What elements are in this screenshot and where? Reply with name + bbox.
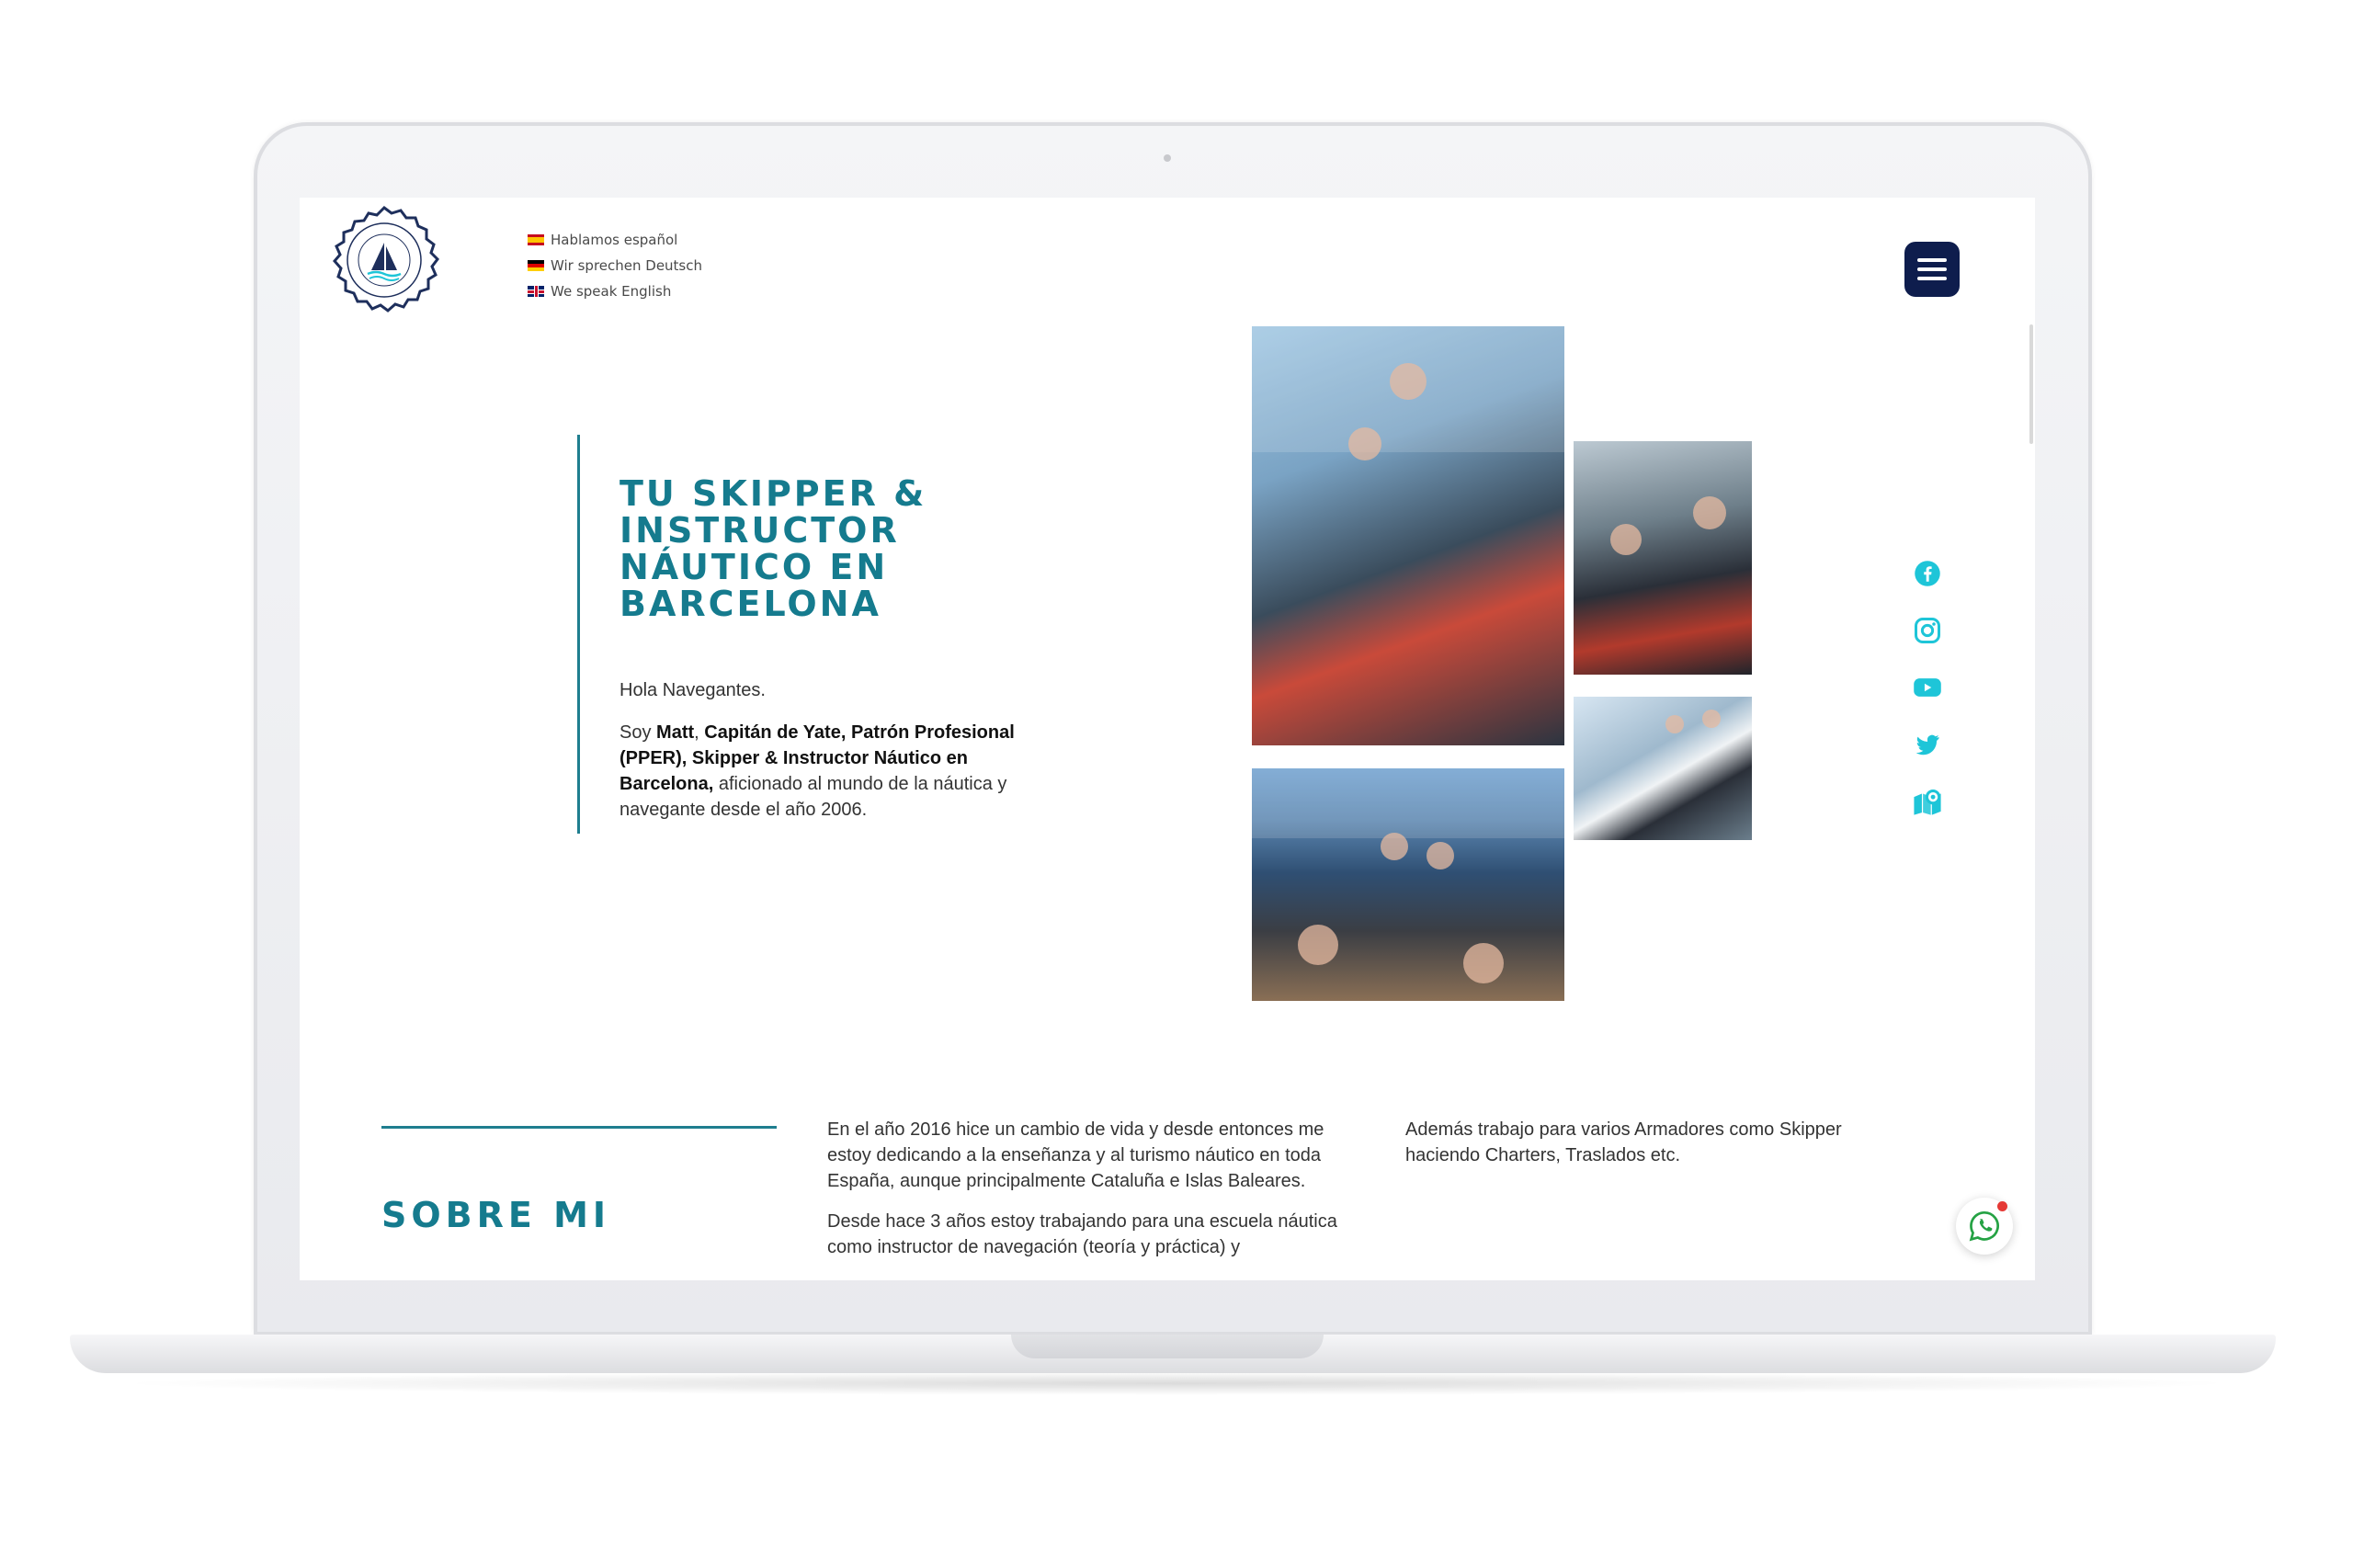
hero-title: TU SKIPPER & INSTRUCTOR NÁUTICO EN BARCE… xyxy=(620,473,927,624)
menu-bar-icon xyxy=(1917,267,1947,271)
about-title: SOBRE MI xyxy=(381,1195,611,1235)
hamburger-menu-button[interactable] xyxy=(1904,242,1960,297)
whatsapp-button[interactable] xyxy=(1956,1198,2013,1255)
social-links xyxy=(1912,558,1943,843)
whatsapp-icon xyxy=(1969,1210,1999,1242)
language-spanish[interactable]: Hablamos español xyxy=(528,227,702,253)
hero-greeting: Hola Navegantes. xyxy=(620,680,766,700)
hero-name: Matt xyxy=(656,722,695,743)
language-german[interactable]: Wir sprechen Deutsch xyxy=(528,253,702,278)
about-column-right: Además trabajo para varios Armadores com… xyxy=(1405,1117,1902,1183)
logo[interactable] xyxy=(327,204,441,318)
notification-dot xyxy=(1997,1201,2007,1211)
language-label: We speak English xyxy=(551,283,672,300)
hero-accent-line xyxy=(577,435,580,834)
hero-intro: Soy Matt, Capitán de Yate, Patrón Profes… xyxy=(620,722,1015,820)
spain-flag-icon xyxy=(528,234,544,245)
menu-bar-icon xyxy=(1917,277,1947,280)
laptop-camera xyxy=(1164,154,1171,162)
photo-sailing-helm xyxy=(1252,326,1564,745)
uk-flag-icon xyxy=(528,286,544,297)
about-accent-line xyxy=(381,1126,777,1129)
about-paragraph: Además trabajo para varios Armadores com… xyxy=(1405,1119,1842,1165)
about-paragraph: En el año 2016 hice un cambio de vida y … xyxy=(827,1119,1324,1191)
laptop-shadow xyxy=(110,1371,2243,1395)
language-english[interactable]: We speak English xyxy=(528,278,702,304)
photo-group-selfie xyxy=(1252,768,1564,1001)
menu-bar-icon xyxy=(1917,258,1947,262)
language-label: Hablamos español xyxy=(551,232,678,248)
germany-flag-icon xyxy=(528,260,544,271)
about-paragraph: Desde hace 3 años estoy trabajando para … xyxy=(827,1211,1337,1257)
youtube-icon[interactable] xyxy=(1912,672,1943,703)
photo-heeling-boat xyxy=(1574,697,1752,840)
website-screen: Hablamos español Wir sprechen Deutsch We… xyxy=(300,198,2035,1280)
about-column-left: En el año 2016 hice un cambio de vida y … xyxy=(827,1117,1360,1275)
instagram-icon[interactable] xyxy=(1912,615,1943,646)
photo-crew-sunglasses xyxy=(1574,441,1752,675)
map-icon[interactable] xyxy=(1912,786,1943,817)
language-list: Hablamos español Wir sprechen Deutsch We… xyxy=(528,227,702,304)
scrollbar[interactable] xyxy=(2029,324,2033,444)
language-label: Wir sprechen Deutsch xyxy=(551,257,702,274)
twitter-icon[interactable] xyxy=(1912,729,1943,760)
laptop-notch xyxy=(1011,1335,1324,1358)
facebook-icon[interactable] xyxy=(1912,558,1943,589)
